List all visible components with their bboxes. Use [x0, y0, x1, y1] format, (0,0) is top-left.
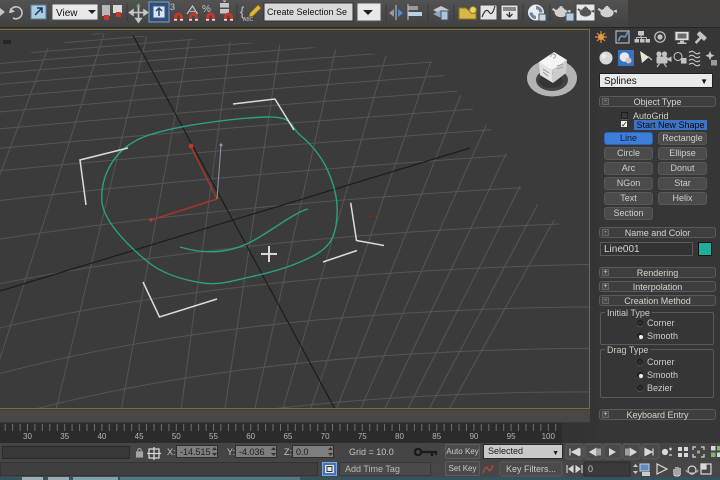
svg-text:65: 65	[283, 432, 292, 441]
svg-text:80: 80	[395, 432, 404, 441]
svg-text:0: 0	[588, 464, 593, 474]
svg-text:30: 30	[23, 432, 32, 441]
svg-text:ABC: ABC	[243, 17, 254, 23]
svg-text:75: 75	[358, 432, 367, 441]
svg-text:3: 3	[170, 2, 175, 12]
svg-text:View: View	[56, 8, 78, 19]
svg-text:40: 40	[97, 432, 106, 441]
svg-text:55: 55	[209, 432, 218, 441]
svg-text:85: 85	[432, 432, 441, 441]
svg-text:60: 60	[246, 432, 255, 441]
svg-text:90: 90	[469, 432, 478, 441]
svg-text:95: 95	[507, 432, 516, 441]
svg-text:Create Selection Se: Create Selection Se	[267, 7, 347, 17]
svg-text:Key Filters...: Key Filters...	[506, 464, 556, 474]
svg-text:50: 50	[172, 432, 181, 441]
svg-text:35: 35	[60, 432, 69, 441]
svg-text:100: 100	[542, 432, 556, 441]
svg-text:70: 70	[321, 432, 330, 441]
svg-text:45: 45	[135, 432, 144, 441]
